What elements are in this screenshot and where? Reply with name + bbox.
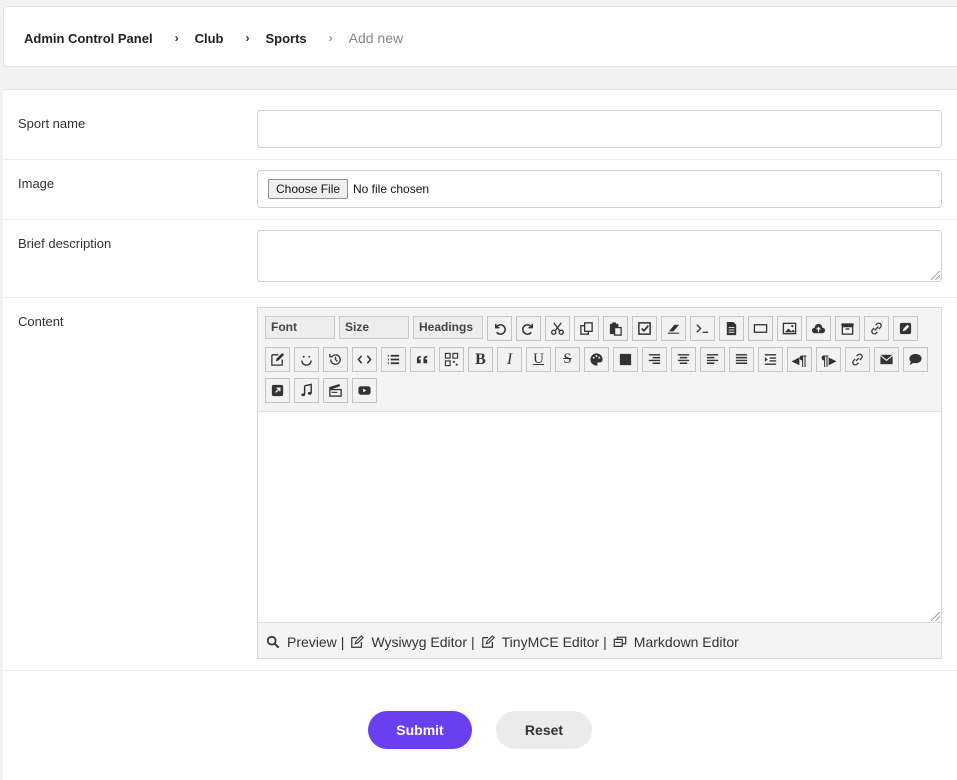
- preview-link[interactable]: Preview: [287, 634, 337, 650]
- choose-file-button[interactable]: Choose File: [268, 179, 349, 199]
- document-icon[interactable]: [719, 316, 744, 341]
- font-select[interactable]: Font: [265, 316, 335, 339]
- quote-icon[interactable]: [410, 347, 435, 372]
- align-justify-icon[interactable]: [729, 347, 754, 372]
- markdown-editor-link[interactable]: Markdown Editor: [634, 634, 739, 650]
- breadcrumb-admin-control-panel[interactable]: Admin Control Panel: [24, 31, 153, 46]
- edit-icon: [481, 635, 495, 648]
- resize-grip-icon[interactable]: [931, 612, 940, 621]
- content-label: Content: [18, 314, 64, 329]
- rectangle-icon[interactable]: [748, 316, 773, 341]
- wysiwyg-editor-link[interactable]: Wysiwyg Editor: [371, 634, 467, 650]
- clapperboard-icon[interactable]: [323, 378, 348, 403]
- underline-icon[interactable]: U: [526, 347, 551, 372]
- rtl-icon[interactable]: ¶▸: [816, 347, 841, 372]
- breadcrumb-club[interactable]: Club: [195, 31, 224, 46]
- redo-icon[interactable]: [516, 316, 541, 341]
- add-sport-form: Sport name Image Choose File No file cho…: [3, 89, 957, 780]
- link-icon[interactable]: [864, 316, 889, 341]
- breadcrumb-card: Admin Control Panel › Club › Sports › Ad…: [3, 6, 957, 67]
- toolbar-row-3: [265, 378, 937, 403]
- editor-footer: Preview | Wysiwyg Editor | TinyMCE Edito…: [266, 634, 739, 650]
- youtube-icon[interactable]: [352, 378, 377, 403]
- edit-icon: [351, 635, 365, 648]
- tinymce-editor-link[interactable]: TinyMCE Editor: [502, 634, 600, 650]
- comment-icon[interactable]: [903, 347, 928, 372]
- breadcrumb-current: Add new: [348, 30, 404, 46]
- chevron-right-icon: ›: [328, 31, 333, 45]
- envelope-icon[interactable]: [874, 347, 899, 372]
- archive-icon[interactable]: [835, 316, 860, 341]
- align-center-icon[interactable]: [671, 347, 696, 372]
- reset-button[interactable]: Reset: [496, 711, 592, 749]
- window-restore-icon: [613, 636, 627, 647]
- square-icon[interactable]: [613, 347, 638, 372]
- chevron-right-icon: ›: [174, 31, 179, 45]
- image-label: Image: [18, 176, 55, 191]
- resize-grip-icon[interactable]: [931, 271, 940, 280]
- eraser-icon[interactable]: [661, 316, 686, 341]
- indent-icon[interactable]: [758, 347, 783, 372]
- brief-description-label: Brief description: [18, 236, 112, 251]
- footer-separator: |: [603, 634, 607, 650]
- list-icon[interactable]: [381, 347, 406, 372]
- code-icon[interactable]: [352, 347, 377, 372]
- breadcrumb: Admin Control Panel › Club › Sports › Ad…: [24, 30, 403, 46]
- image-row: Image Choose File No file chosen: [3, 159, 957, 220]
- align-right-icon[interactable]: [642, 347, 667, 372]
- terminal-icon[interactable]: [690, 316, 715, 341]
- content-editor: Font Size Headings B I U S ◂¶ ¶▸ Preview…: [257, 307, 942, 659]
- image-file-input[interactable]: Choose File No file chosen: [257, 170, 942, 208]
- cloud-upload-icon[interactable]: [806, 316, 831, 341]
- music-icon[interactable]: [294, 378, 319, 403]
- edit-icon[interactable]: [265, 347, 290, 372]
- cut-icon[interactable]: [545, 316, 570, 341]
- editor-toolbar: Font Size Headings B I U S ◂¶ ¶▸: [265, 316, 937, 409]
- chevron-right-icon: ›: [245, 31, 250, 45]
- edit-square-icon[interactable]: [893, 316, 918, 341]
- undo-icon[interactable]: [487, 316, 512, 341]
- submit-button[interactable]: Submit: [368, 711, 472, 749]
- headings-select[interactable]: Headings: [413, 316, 483, 339]
- palette-icon[interactable]: [584, 347, 609, 372]
- history-icon[interactable]: [323, 347, 348, 372]
- toolbar-row-2: B I U S ◂¶ ¶▸: [265, 347, 937, 372]
- toolbar-row-1: Font Size Headings: [265, 316, 937, 341]
- qrcode-icon[interactable]: [439, 347, 464, 372]
- footer-separator: |: [471, 634, 475, 650]
- search-icon: [266, 635, 280, 649]
- brief-description-textarea[interactable]: [257, 230, 942, 282]
- ltr-icon[interactable]: ◂¶: [787, 347, 812, 372]
- size-select[interactable]: Size: [339, 316, 409, 339]
- breadcrumb-sports[interactable]: Sports: [265, 31, 306, 46]
- unlink-icon[interactable]: [845, 347, 870, 372]
- editor-content-area[interactable]: [258, 411, 941, 623]
- strikethrough-icon[interactable]: S: [555, 347, 580, 372]
- sport-name-input[interactable]: [257, 110, 942, 148]
- smiley-icon[interactable]: [294, 347, 319, 372]
- select-all-icon[interactable]: [632, 316, 657, 341]
- italic-icon[interactable]: I: [497, 347, 522, 372]
- external-link-icon[interactable]: [265, 378, 290, 403]
- footer-separator: |: [340, 634, 345, 650]
- sport-name-label: Sport name: [18, 116, 86, 131]
- bold-icon[interactable]: B: [468, 347, 493, 372]
- align-left-icon[interactable]: [700, 347, 725, 372]
- file-status-text: No file chosen: [353, 182, 430, 196]
- paste-icon[interactable]: [603, 316, 628, 341]
- sport-name-row: Sport name: [3, 90, 957, 160]
- brief-description-row: Brief description: [3, 219, 957, 298]
- image-icon[interactable]: [777, 316, 802, 341]
- copy-icon[interactable]: [574, 316, 599, 341]
